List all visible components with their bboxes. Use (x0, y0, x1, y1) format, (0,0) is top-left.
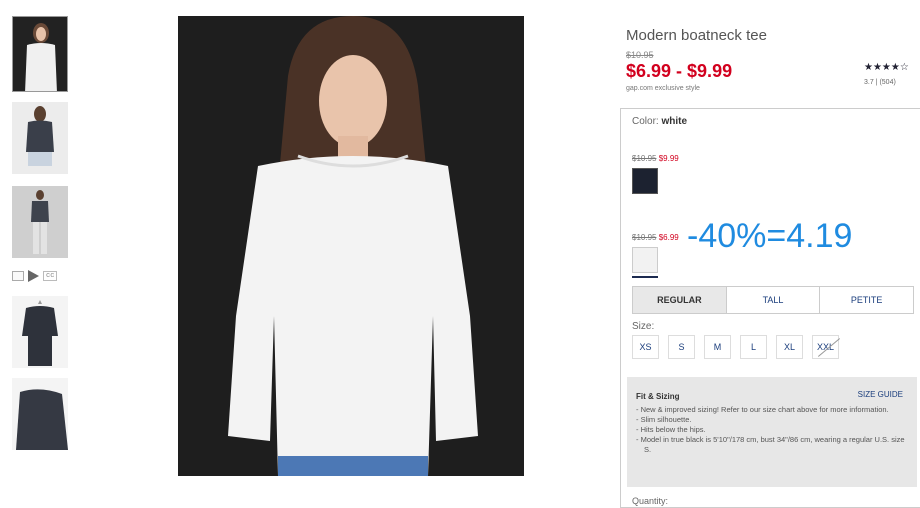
thumbnail-fabric-detail[interactable] (12, 378, 68, 450)
fit-note: Model in true black is 5'10"/178 cm, bus… (636, 435, 912, 455)
selected-color: white (661, 116, 688, 127)
color-label: Color: white (632, 116, 687, 127)
size-xl-button[interactable]: XL (776, 335, 803, 359)
thumbnail-image (13, 17, 67, 91)
star-rating-icon[interactable]: ★★★★☆ (864, 62, 909, 73)
color-label-text: Color: (632, 116, 662, 127)
product-title: Modern boatneck tee (626, 27, 767, 44)
tab-regular[interactable]: REGULAR (633, 287, 727, 313)
swatch-white-was-price: $10.95 (632, 233, 657, 242)
rating-summary[interactable]: 3.7 | (504) (864, 79, 896, 86)
sale-price-range: $6.99 - $9.99 (626, 61, 733, 81)
fit-sizing-box: Fit & Sizing SIZE GUIDE New & improved s… (627, 377, 917, 487)
size-xs-button[interactable]: XS (632, 335, 659, 359)
thumbnail-image (12, 102, 68, 174)
swatch-white-price: $10.95 $6.99 (632, 233, 679, 242)
size-xxl-button[interactable]: XXL (812, 335, 839, 359)
model-in-white-tee-image (178, 16, 524, 476)
tab-petite[interactable]: PETITE (820, 287, 913, 313)
thumbnail-image (12, 378, 68, 450)
size-l-button[interactable]: L (740, 335, 767, 359)
tab-tall[interactable]: TALL (727, 287, 821, 313)
rating-value: 3.7 (864, 79, 874, 86)
swatch-black-was-price: $10.95 (632, 154, 657, 163)
thumbnail-image (12, 186, 68, 258)
thumbnail-full-body[interactable] (12, 186, 68, 258)
size-m-button[interactable]: M (704, 335, 731, 359)
size-label: Size: (632, 321, 655, 332)
swatch-black-price: $10.95 $9.99 (632, 154, 679, 163)
thumbnail-flat-lay-black[interactable] (12, 296, 68, 368)
size-options: XS S M L XL XXL (632, 335, 839, 359)
fit-note: Hits below the hips. (636, 425, 912, 435)
original-price: $10.95 (626, 50, 654, 60)
quantity-label: Quantity: (632, 496, 669, 506)
selected-swatch-indicator (632, 276, 658, 278)
size-s-button[interactable]: S (668, 335, 695, 359)
swatch-black-now-price: $9.99 (658, 154, 679, 163)
exclusive-note: gap.com exclusive style (626, 85, 700, 92)
purchase-panel: Color: white $10.95 $9.99 $10.95 $6.99 -… (620, 108, 920, 508)
discount-annotation: -40%=4.19 (687, 217, 853, 255)
broken-image-icon (12, 271, 24, 281)
fit-sizing-title: Fit & Sizing (636, 392, 680, 401)
color-swatch-white[interactable] (632, 247, 658, 273)
color-swatch-black[interactable] (632, 168, 658, 194)
thumbnail-white-tee-front[interactable] (12, 16, 68, 92)
thumbnail-striped-tee[interactable] (12, 102, 68, 174)
main-product-image (178, 16, 524, 476)
swatch-white-now-price: $6.99 (658, 233, 679, 242)
fit-tabs: REGULAR TALL PETITE (632, 286, 914, 314)
fit-note: New & improved sizing! Refer to our size… (636, 405, 912, 415)
fit-notes-list: New & improved sizing! Refer to our size… (636, 405, 912, 455)
closed-caption-icon: cc (43, 271, 58, 281)
review-count: (504) (879, 79, 896, 86)
size-guide-link[interactable]: SIZE GUIDE (858, 390, 903, 399)
fit-note: Slim silhouette. (636, 415, 912, 425)
thumbnail-video[interactable]: cc (12, 268, 68, 284)
thumbnail-image (12, 296, 68, 368)
play-icon (28, 270, 39, 282)
